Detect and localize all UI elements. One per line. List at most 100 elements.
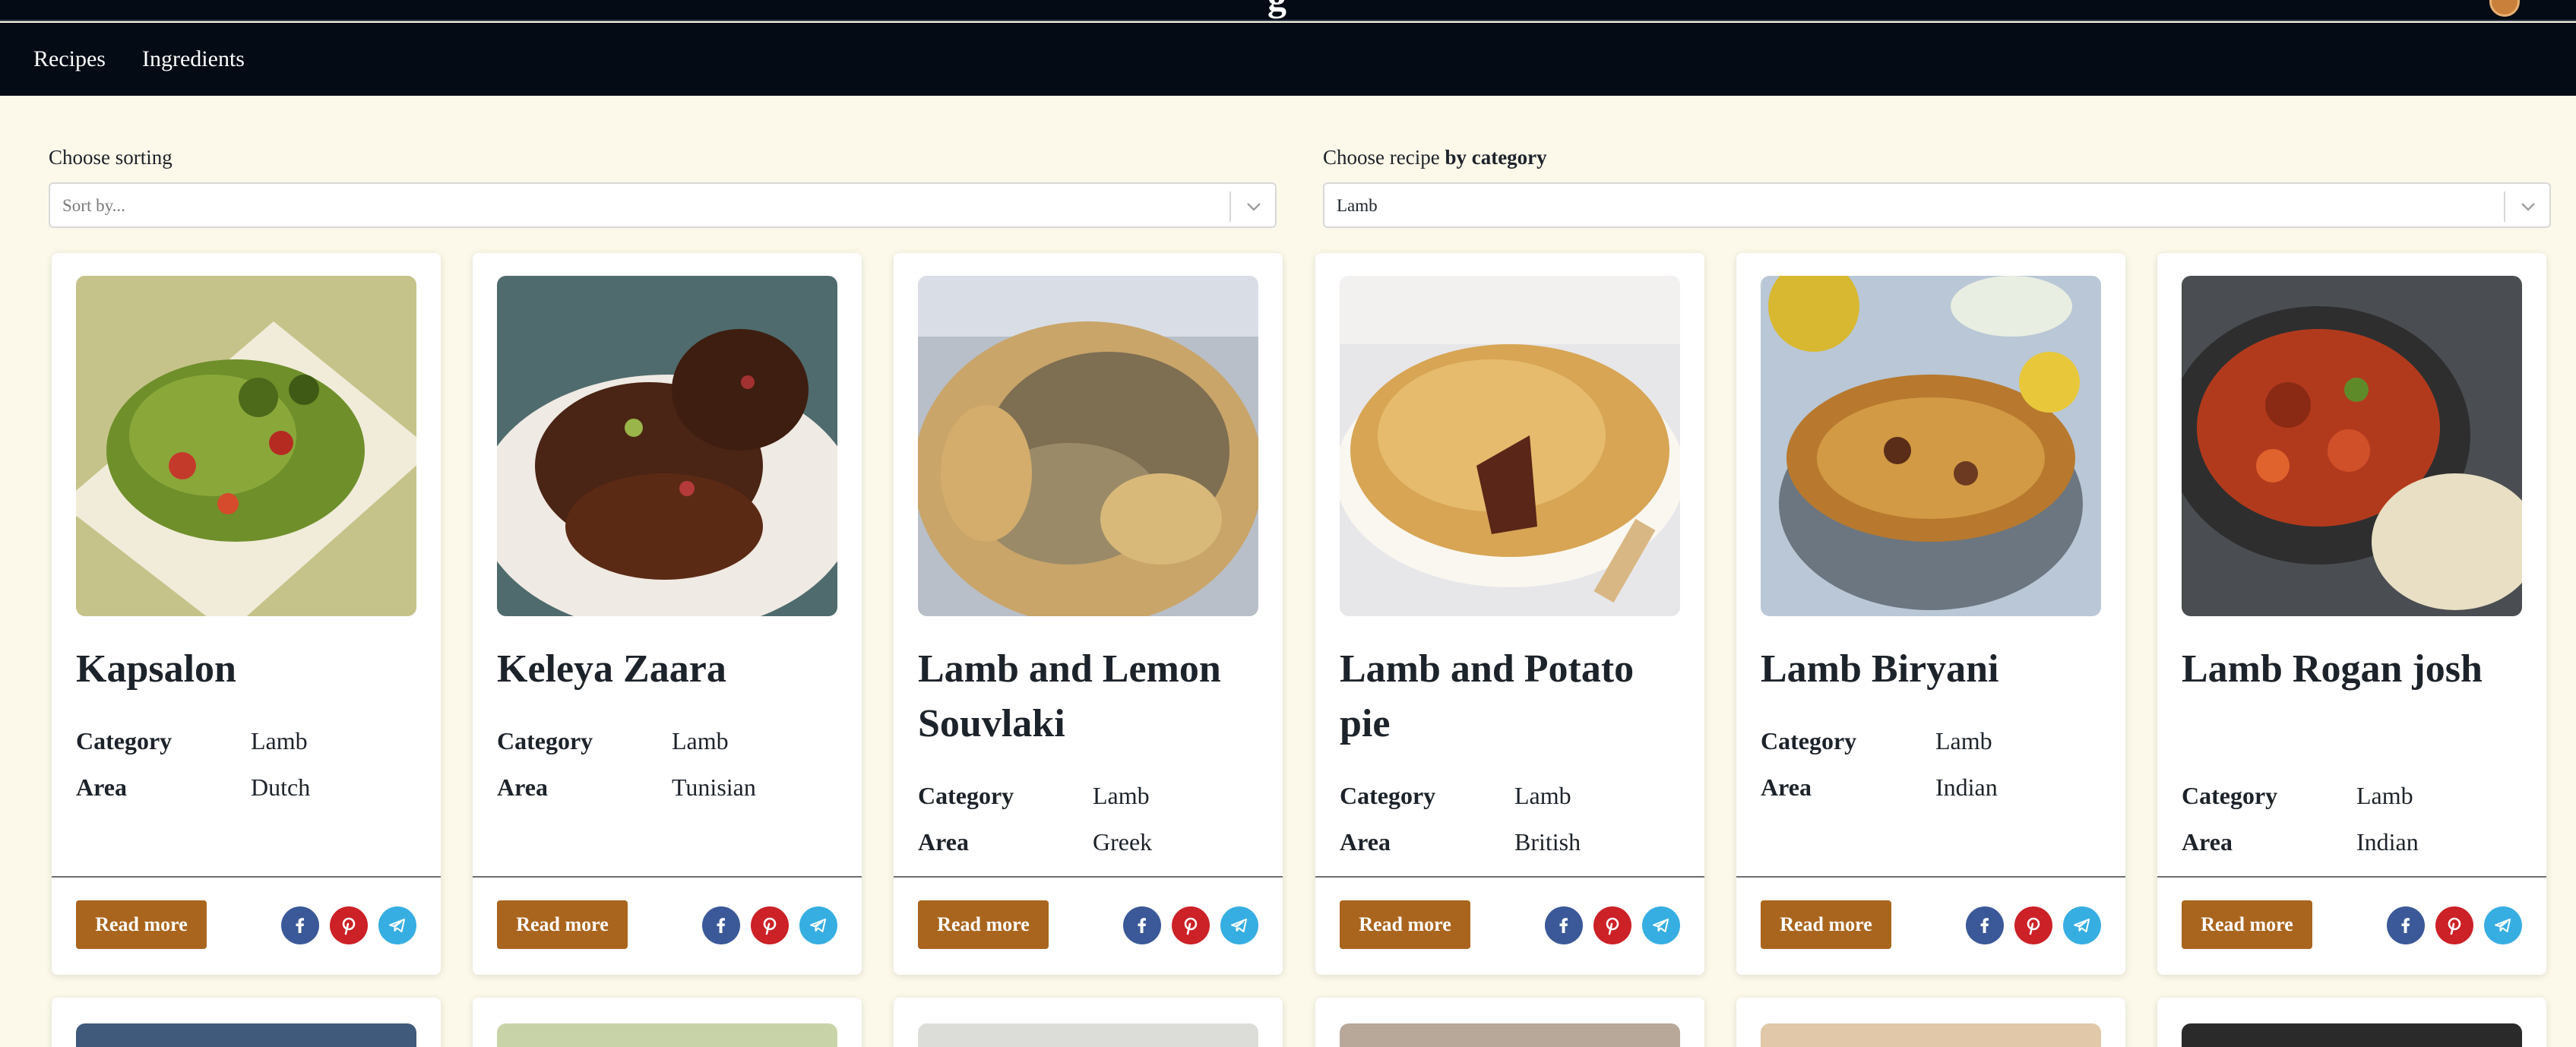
category-select[interactable]: Lamb	[1323, 182, 2551, 228]
category-field-value: Lamb	[2356, 782, 2413, 809]
recipe-card: Lamb Biryani Category Lamb Area Indian R…	[1736, 253, 2125, 975]
facebook-icon[interactable]	[1123, 906, 1161, 944]
telegram-icon[interactable]	[799, 906, 837, 944]
read-more-button[interactable]: Read more	[2182, 900, 2312, 949]
category-label: Choose recipe by category	[1323, 144, 1547, 170]
area-field-value: Greek	[1093, 828, 1153, 856]
recipe-photo[interactable]	[76, 276, 416, 616]
pinterest-icon[interactable]	[330, 906, 368, 944]
recipe-photo[interactable]	[1761, 1023, 2101, 1047]
category-field-label: Category	[918, 782, 1014, 809]
recipe-title: Lamb Biryani	[1761, 647, 1999, 691]
recipe-photo-art	[2182, 276, 2522, 616]
area-field-value: British	[1514, 828, 1581, 856]
recipe-card: Lamb Rogan josh Category Lamb Area India…	[2157, 253, 2546, 975]
select-divider	[1229, 191, 1231, 222]
read-more-button[interactable]: Read more	[497, 900, 628, 949]
facebook-icon[interactable]	[1966, 906, 2004, 944]
pinterest-icon[interactable]	[2435, 906, 2473, 944]
category-field-value: Lamb	[672, 727, 729, 754]
facebook-icon[interactable]	[281, 906, 319, 944]
area-field-label: Area	[2182, 828, 2233, 856]
recipe-card-partial	[52, 998, 441, 1047]
facebook-icon[interactable]	[1545, 906, 1583, 944]
recipe-photo[interactable]	[76, 1023, 416, 1047]
area-field-label: Area	[76, 773, 127, 801]
recipe-photo[interactable]	[918, 1023, 1258, 1047]
telegram-icon[interactable]	[1642, 906, 1680, 944]
category-label-bold: by category	[1445, 146, 1547, 169]
chevron-down-icon[interactable]	[1242, 195, 1266, 219]
recipe-photo[interactable]	[2182, 276, 2522, 616]
category-field-label: Category	[1761, 727, 1857, 754]
category-select-value: Lamb	[1337, 196, 1378, 215]
category-field-label: Category	[2182, 782, 2278, 809]
recipe-photo[interactable]	[918, 276, 1258, 616]
area-field-label: Area	[1340, 828, 1391, 856]
telegram-icon[interactable]	[2063, 906, 2101, 944]
category-field-label: Category	[76, 727, 172, 754]
recipe-card: Kapsalon Category Lamb Area Dutch Read m…	[52, 253, 441, 975]
read-more-button[interactable]: Read more	[1761, 900, 1891, 949]
card-divider	[2157, 876, 2546, 878]
recipe-photo-art	[1340, 276, 1680, 616]
recipe-card: Keleya Zaara Category Lamb Area Tunisian…	[473, 253, 862, 975]
category-field-value: Lamb	[1093, 782, 1150, 809]
recipe-photo[interactable]	[1761, 276, 2101, 616]
user-avatar[interactable]	[2489, 0, 2520, 17]
category-field-value: Lamb	[251, 727, 308, 754]
recipe-card-partial	[894, 998, 1283, 1047]
area-field-value: Indian	[2356, 828, 2419, 856]
read-more-button[interactable]: Read more	[1340, 900, 1470, 949]
read-more-button[interactable]: Read more	[918, 900, 1049, 949]
site-title-fragment: g	[1267, 0, 1286, 17]
recipe-photo[interactable]	[497, 1023, 837, 1047]
sort-select-placeholder: Sort by...	[62, 196, 125, 215]
area-field-value: Tunisian	[672, 773, 756, 801]
recipe-title: Kapsalon	[76, 647, 236, 691]
pinterest-icon[interactable]	[2014, 906, 2052, 944]
read-more-button[interactable]: Read more	[76, 900, 207, 949]
sorting-label: Choose sorting	[49, 146, 172, 169]
card-divider	[52, 876, 441, 878]
recipe-card-partial	[473, 998, 862, 1047]
facebook-icon[interactable]	[2387, 906, 2425, 944]
recipe-photo[interactable]	[2182, 1023, 2522, 1047]
select-divider	[2504, 191, 2505, 222]
card-divider	[894, 876, 1283, 878]
top-header: g	[0, 0, 2576, 21]
area-field-label: Area	[918, 828, 969, 856]
category-label-prefix: Choose recipe	[1323, 146, 1445, 169]
recipe-card-partial	[1736, 998, 2125, 1047]
area-field-label: Area	[497, 773, 548, 801]
nav-ingredients-link[interactable]: Ingredients	[142, 44, 245, 74]
recipe-title: Lamb and Lemon Souvlaki	[918, 647, 1221, 745]
sort-select[interactable]: Sort by...	[49, 182, 1277, 228]
card-divider	[1736, 876, 2125, 878]
category-field-label: Category	[497, 727, 593, 754]
nav-recipes-link[interactable]: Recipes	[33, 44, 106, 74]
recipe-photo[interactable]	[497, 276, 837, 616]
card-divider	[1315, 876, 1704, 878]
chevron-down-icon[interactable]	[2516, 195, 2540, 219]
main-navbar: Recipes Ingredients	[0, 23, 2576, 96]
area-field-value: Indian	[1935, 773, 1998, 801]
recipe-photo-art	[497, 276, 837, 616]
pinterest-icon[interactable]	[1172, 906, 1210, 944]
recipe-title: Lamb and Potato pie	[1340, 647, 1635, 745]
card-divider	[473, 876, 862, 878]
telegram-icon[interactable]	[1220, 906, 1258, 944]
recipe-photo[interactable]	[1340, 1023, 1680, 1047]
recipe-title: Lamb Rogan josh	[2182, 647, 2483, 691]
recipe-photo[interactable]	[1340, 276, 1680, 616]
category-field-value: Lamb	[1935, 727, 1992, 754]
telegram-icon[interactable]	[378, 906, 416, 944]
recipe-card: Lamb and Potato pie Category Lamb Area B…	[1315, 253, 1704, 975]
telegram-icon[interactable]	[2484, 906, 2522, 944]
recipe-card-partial	[2157, 998, 2546, 1047]
pinterest-icon[interactable]	[1593, 906, 1631, 944]
recipe-photo-art	[76, 276, 416, 616]
facebook-icon[interactable]	[702, 906, 740, 944]
recipe-photo-art	[1761, 276, 2101, 616]
pinterest-icon[interactable]	[751, 906, 789, 944]
